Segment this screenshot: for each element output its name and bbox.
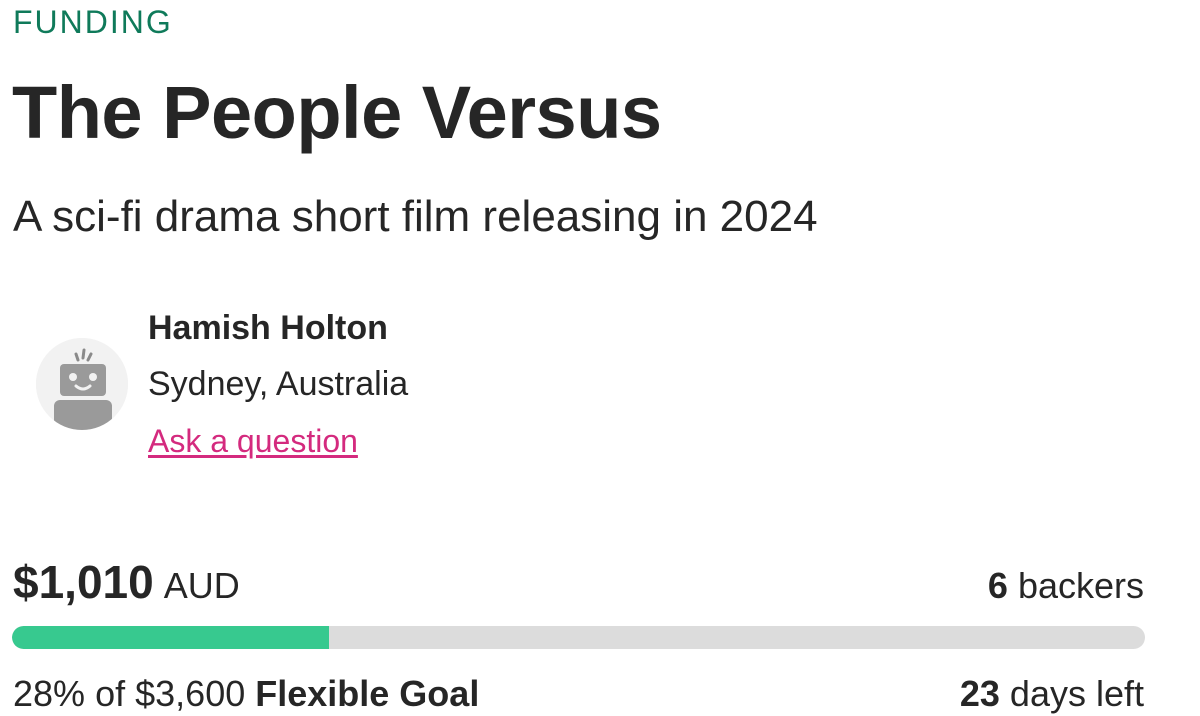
days-left: 23 days left: [960, 670, 1144, 716]
backers-count: 6 backers: [988, 562, 1144, 610]
backers-label: backers: [1017, 565, 1144, 606]
funding-of: of: [95, 673, 126, 714]
goal-type: Flexible Goal: [255, 673, 480, 714]
days-count: 23: [959, 673, 1000, 714]
creator-name[interactable]: Hamish Holton: [148, 306, 388, 350]
creator-avatar[interactable]: [36, 338, 128, 430]
ask-question-link[interactable]: Ask a question: [148, 420, 358, 462]
raised-amount: $1,010: [13, 556, 154, 608]
campaign-status-label: FUNDING: [13, 4, 173, 40]
campaign-title: The People Versus: [12, 71, 662, 154]
days-label: days left: [1009, 673, 1144, 714]
funding-goal: 28% of $3,600 Flexible Goal: [13, 670, 479, 716]
funding-percent: 28%: [13, 673, 86, 714]
goal-amount: $3,600: [135, 673, 246, 714]
raised-currency: AUD: [163, 565, 240, 606]
robot-avatar-icon: [36, 338, 128, 430]
creator-location: Sydney, Australia: [148, 365, 409, 403]
funding-progress-fill: [12, 626, 330, 649]
funding-progress-bar: [12, 626, 1145, 649]
backers-number: 6: [987, 565, 1008, 606]
amount-raised: $1,010 AUD: [13, 552, 240, 624]
campaign-subtitle: A sci-fi drama short film releasing in 2…: [13, 192, 818, 241]
